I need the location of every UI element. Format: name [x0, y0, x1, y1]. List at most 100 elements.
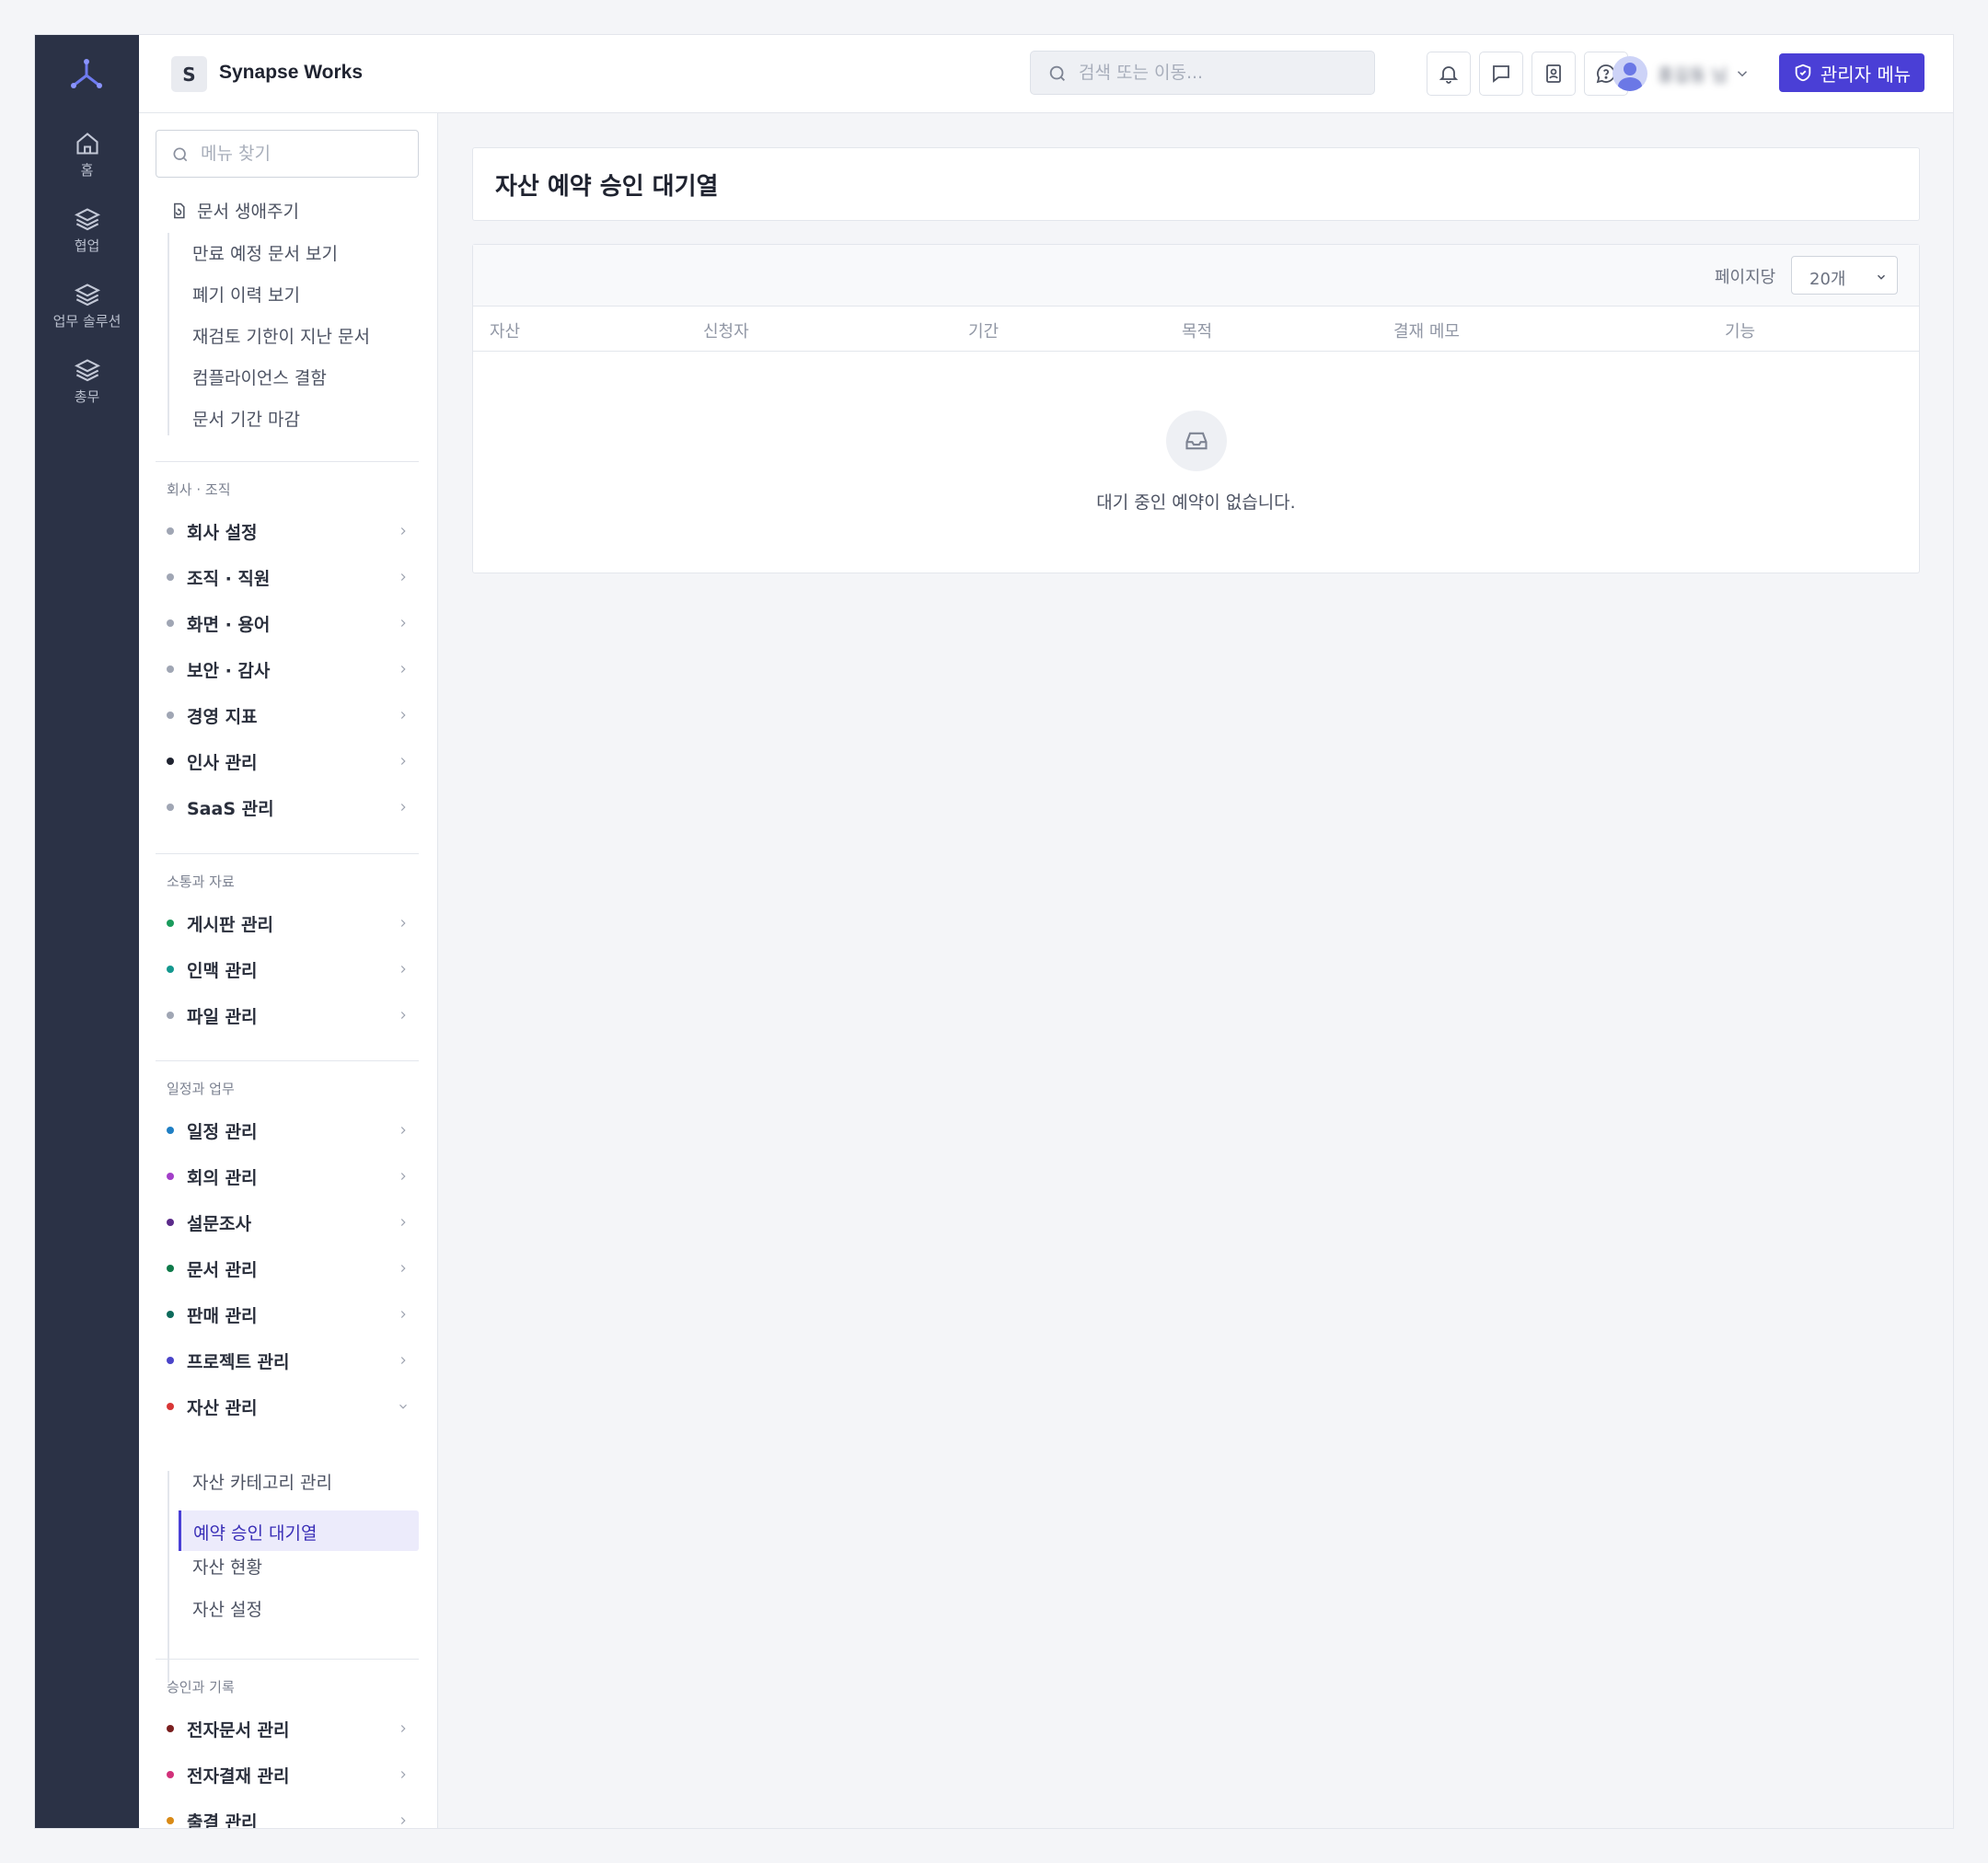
chevron-right-icon: [400, 1771, 406, 1778]
page-title-card: 자산 예약 승인 대기열: [472, 147, 1920, 221]
search-icon: [1049, 65, 1065, 81]
layers-icon: [74, 208, 100, 231]
chevron-right-icon: [400, 1725, 406, 1732]
asset-sub-item-status[interactable]: 자산 현황: [192, 1554, 262, 1579]
rail-item-collab[interactable]: 협업: [35, 206, 139, 255]
lifecycle-item[interactable]: 컴플라이언스 결함: [192, 364, 327, 389]
rail-item-general-affairs[interactable]: 총무: [35, 357, 139, 406]
column-header-period[interactable]: 기간: [968, 318, 999, 342]
chevron-right-icon: [400, 527, 406, 535]
layers-icon: [74, 359, 100, 382]
rail-item-home[interactable]: 홈: [35, 131, 139, 179]
nav-item-org-staff[interactable]: 조직 · 직원: [156, 559, 419, 596]
nav-dot: [167, 804, 174, 811]
asset-sub-item-settings[interactable]: 자산 설정: [192, 1596, 262, 1621]
chevron-right-icon: [400, 573, 406, 581]
lifecycle-item[interactable]: 문서 기간 마감: [192, 406, 300, 431]
nav-item-documents[interactable]: 문서 관리: [156, 1250, 419, 1287]
nav-item-security-audit[interactable]: 보안 · 감사: [156, 651, 419, 688]
nav-item-label: 인맥 관리: [187, 960, 258, 981]
global-search[interactable]: [1030, 51, 1375, 95]
inbox-icon: [1166, 411, 1227, 471]
column-header-approval-memo[interactable]: 결재 메모: [1393, 318, 1460, 342]
org-badge[interactable]: S: [171, 56, 207, 92]
per-page-value: 20개: [1809, 270, 1846, 289]
nav-dot: [167, 1357, 174, 1364]
messages-button[interactable]: [1479, 52, 1523, 96]
nav-item-e-approval[interactable]: 전자결재 관리: [156, 1756, 419, 1793]
contact-book-icon: [1546, 64, 1561, 83]
nav-dot: [167, 1127, 174, 1134]
top-header: S Synapse Works 홍길동 님 관리자 메뉴: [139, 35, 1953, 113]
rail-item-label: 홈: [80, 162, 94, 179]
chevron-down-icon[interactable]: [1734, 65, 1751, 82]
nav-item-hr[interactable]: 인사 관리: [156, 743, 419, 780]
lifecycle-item[interactable]: 재검토 기한이 지난 문서: [192, 323, 370, 348]
nav-item-meetings[interactable]: 회의 관리: [156, 1158, 419, 1195]
asset-subgroup: 자산 카테고리 관리 자산 현황 자산 설정: [168, 1471, 332, 1683]
table-toolbar: 페이지당 20개: [473, 245, 1919, 307]
nav-item-schedule[interactable]: 일정 관리: [156, 1112, 419, 1149]
column-header-purpose[interactable]: 목적: [1182, 318, 1212, 342]
empty-state-text: 대기 중인 예약이 없습니다.: [1096, 492, 1296, 513]
column-header-asset[interactable]: 자산: [490, 318, 520, 342]
user-name[interactable]: 홍길동 님: [1658, 62, 1728, 87]
chevron-right-icon: [400, 920, 406, 927]
nav-item-screen-terms[interactable]: 화면 · 용어: [156, 605, 419, 642]
org-name[interactable]: Synapse Works: [219, 62, 363, 84]
nav-item-label: 회의 관리: [187, 1167, 258, 1188]
nav-item-sales[interactable]: 판매 관리: [156, 1296, 419, 1333]
bell-icon: [1439, 66, 1459, 84]
nav-dot: [167, 1403, 174, 1410]
chevron-right-icon: [400, 1173, 406, 1180]
asset-sub-item-reservation-queue[interactable]: 예약 승인 대기열: [179, 1510, 419, 1551]
chevron-right-icon: [400, 966, 406, 973]
rail-item-solutions[interactable]: 업무 솔루션: [35, 282, 139, 330]
nav-item-label: 자산 관리: [187, 1397, 258, 1418]
nav-dot: [167, 1771, 174, 1778]
nav-dot: [167, 1725, 174, 1732]
asset-sub-item-category[interactable]: 자산 카테고리 관리: [192, 1469, 332, 1494]
chevron-right-icon: [400, 619, 406, 627]
divider: [156, 1659, 419, 1660]
message-icon: [1493, 65, 1509, 83]
menu-search-input[interactable]: [201, 131, 412, 177]
chevron-right-icon: [400, 1265, 406, 1272]
nav-item-network[interactable]: 인맥 관리: [156, 951, 419, 988]
nav-item-surveys[interactable]: 설문조사: [156, 1204, 419, 1241]
global-search-input[interactable]: [1079, 52, 1364, 94]
nav-item-label: 전자결재 관리: [187, 1765, 290, 1787]
lifecycle-header[interactable]: 문서 생애주기: [169, 198, 299, 223]
nav-item-saas[interactable]: SaaS 관리: [156, 789, 419, 826]
nav-item-management-metrics[interactable]: 경영 지표: [156, 697, 419, 734]
nav-item-label: 판매 관리: [187, 1305, 258, 1326]
nav-item-e-documents[interactable]: 전자문서 관리: [156, 1710, 419, 1747]
column-header-requester[interactable]: 신청자: [703, 318, 749, 342]
nav-item-files[interactable]: 파일 관리: [156, 997, 419, 1034]
contacts-button[interactable]: [1531, 52, 1576, 96]
nav-item-attendance[interactable]: 출결 관리: [156, 1802, 419, 1828]
admin-menu-button[interactable]: 관리자 메뉴: [1779, 53, 1924, 92]
per-page-select[interactable]: 20개: [1791, 256, 1898, 295]
nav-item-label: 조직 · 직원: [187, 568, 271, 589]
chevron-right-icon: [400, 1219, 406, 1226]
nav-dot: [167, 1817, 174, 1824]
app-logo-icon[interactable]: [66, 55, 107, 96]
divider: [156, 853, 419, 854]
user-avatar[interactable]: [1612, 56, 1647, 91]
nav-dot: [167, 966, 174, 973]
nav-dot: [167, 1265, 174, 1272]
lifecycle-item[interactable]: 만료 예정 문서 보기: [192, 240, 338, 265]
nav-item-board[interactable]: 게시판 관리: [156, 905, 419, 942]
notifications-button[interactable]: [1427, 52, 1471, 96]
nav-item-assets[interactable]: 자산 관리: [156, 1388, 419, 1425]
nav-item-label: 회사 설정: [187, 522, 258, 543]
menu-search[interactable]: [156, 130, 419, 178]
lifecycle-item[interactable]: 폐기 이력 보기: [192, 282, 300, 307]
table-header: 자산 신청자 기간 목적 결재 메모 기능: [473, 307, 1919, 352]
nav-dot: [167, 758, 174, 765]
page-title: 자산 예약 승인 대기열: [495, 173, 719, 201]
column-header-actions[interactable]: 기능: [1725, 318, 1755, 342]
nav-item-company-settings[interactable]: 회사 설정: [156, 513, 419, 550]
nav-item-projects[interactable]: 프로젝트 관리: [156, 1342, 419, 1379]
